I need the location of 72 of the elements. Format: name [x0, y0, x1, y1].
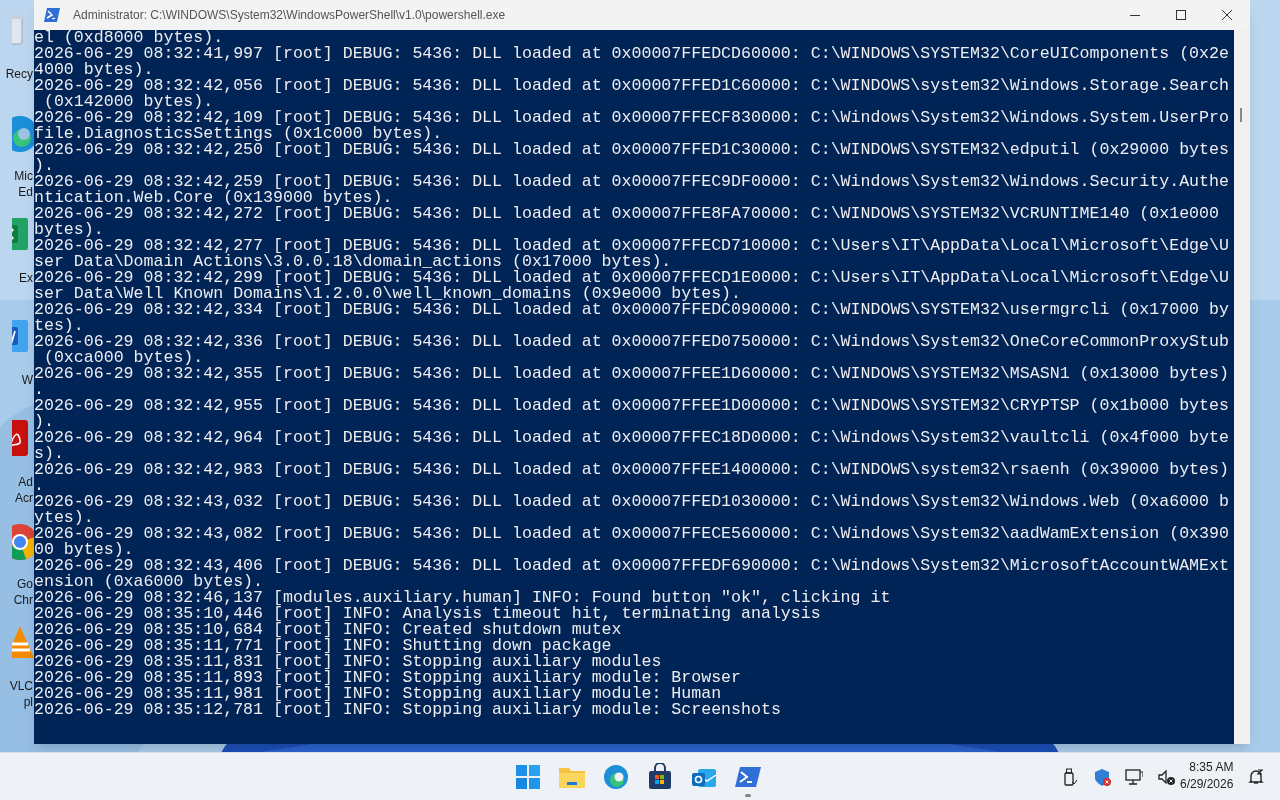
- console-line: file.DiagnosticsSettings (0x1c000 bytes).: [34, 126, 444, 142]
- desktop-icon-label[interactable]: Ad: [18, 474, 33, 490]
- store-bag-icon: [646, 762, 674, 791]
- desktop-icon-label[interactable]: VLC: [9, 678, 33, 694]
- console-line: 2026-06-29 08:32:42,334 [root] DEBUG: 5436: DLL loaded at 0x00007FFEDC090000: C:\WINDOWS\SYSTEM32\usermgrcli (0x17000 by: [34, 302, 1230, 318]
- console-line: ension (0xa6000 bytes).: [34, 574, 265, 590]
- console-line: 2026-06-29 08:35:11,831 [root] INFO: Stopping auxiliary modules: [34, 654, 663, 670]
- console-line: ser Data\Well Known Domains\1.2.0.0\well_known_domains (0x9e000 bytes).: [34, 286, 742, 302]
- console-line: 2026-06-29 08:32:42,056 [root] DEBUG: 5436: DLL loaded at 0x00007FFED1C60000: C:\WINDOWS\system32\Windows.Storage.Search: [34, 78, 1230, 94]
- desktop-icon-label[interactable]: pl: [23, 694, 33, 710]
- desktop-icon-label[interactable]: Ex: [19, 270, 33, 286]
- close-icon: [1222, 10, 1232, 20]
- console-line: 2026-06-29 08:32:42,955 [root] DEBUG: 5436: DLL loaded at 0x00007FFEE1D00000: C:\WINDOWS\SYSTEM32\CRYPTSP (0x1b000 bytes: [34, 398, 1230, 414]
- console-line: 2026-06-29 08:32:42,983 [root] DEBUG: 5436: DLL loaded at 0x00007FFEE1400000: C:\WINDOWS\system32\rsaenh (0x39000 bytes): [34, 462, 1230, 478]
- console-line: 2026-06-29 08:32:46,137 [modules.auxiliary.human] INFO: Found button "ok", clicking it: [34, 590, 892, 606]
- console-line: 4000 bytes).: [34, 62, 154, 78]
- console-line: tes).: [34, 318, 85, 334]
- console-line: (0x142000 bytes).: [42, 94, 214, 110]
- scroll-thumb[interactable]: [1240, 108, 1242, 122]
- console-line: 2026-06-29 08:32:42,277 [root] DEBUG: 5436: DLL loaded at 0x00007FFECD710000: C:\Users\IT\AppData\Local\Microsoft\Edge\U: [34, 238, 1230, 254]
- window-title: Administrator: C:\WINDOWS\System32\WindowsPowerShell\v1.0\powershell.exe: [73, 7, 506, 24]
- clock-time[interactable]: 8:35 AM: [1189, 759, 1234, 776]
- console-line: bytes).: [34, 222, 105, 238]
- console-line: 2026-06-29 08:35:10,446 [root] INFO: Analysis timeout hit, terminating analysis: [34, 606, 821, 622]
- console-line: 2026-06-29 08:32:42,109 [root] DEBUG: 5436: DLL loaded at 0x00007FFECF830000: C:\Windows\System32\Windows.System.UserPro: [34, 110, 1230, 126]
- desktop-icon-label[interactable]: Ed: [18, 184, 33, 200]
- console-line: 00 bytes).: [34, 542, 135, 558]
- console-line: ytes).: [34, 510, 95, 526]
- console-line: 2026-06-29 08:35:12,781 [root] INFO: Stopping auxiliary module: Screenshots: [34, 702, 782, 718]
- console-line: 2026-06-29 08:32:42,336 [root] DEBUG: 5436: DLL loaded at 0x00007FFED0750000: C:\Windows\System32\OneCoreCommonProxyStub: [34, 334, 1230, 350]
- browser-icon: [602, 762, 630, 791]
- desktop-icon-label[interactable]: Chr: [13, 592, 33, 608]
- console-line: 2026-06-29 08:32:43,032 [root] DEBUG: 5436: DLL loaded at 0x00007FFED1030000: C:\Windows\System32\Windows.Web (0xa6000 b: [34, 494, 1230, 510]
- console-line: 2026-06-29 08:32:41,997 [root] DEBUG: 5436: DLL loaded at 0x00007FFEDCD60000: C:\WINDOWS\SYSTEM32\CoreUIComponents (0x2e: [34, 46, 1230, 62]
- desktop-icon-label[interactable]: Mic: [14, 168, 33, 184]
- console-line: ser Data\Domain Actions\3.0.0.18\domain_actions (0x17000 bytes).: [34, 254, 673, 270]
- console-line: 2026-06-29 08:32:43,406 [root] DEBUG: 5436: DLL loaded at 0x00007FFEDF690000: C:\Windows\System32\MicrosoftAccountWAMExt: [34, 558, 1230, 574]
- console-line: 2026-06-29 08:32:42,250 [root] DEBUG: 5436: DLL loaded at 0x00007FFED1C30000: C:\WINDOWS\SYSTEM32\edputil (0x29000 bytes: [34, 142, 1230, 158]
- usb-drive-icon[interactable]: [1061, 767, 1079, 786]
- console-line: s).: [34, 446, 65, 462]
- windows-logo-icon: [514, 762, 542, 791]
- clock-date[interactable]: 6/29/2026: [1180, 776, 1234, 793]
- powershell-icon: [44, 8, 60, 22]
- console-line: 2026-06-29 08:32:43,082 [root] DEBUG: 5436: DLL loaded at 0x00007FFECE560000: C:\Windows\System32\aadWamExtension (0x390: [34, 526, 1230, 542]
- console-line: ).: [34, 158, 55, 174]
- console-line: 2026-06-29 08:35:11,893 [root] INFO: Stopping auxiliary module: Browser: [34, 670, 742, 686]
- console-line: 2026-06-29 08:35:10,684 [root] INFO: Created shutdown mutex: [34, 622, 623, 638]
- desktop-icon-label[interactable]: Acr: [15, 490, 33, 506]
- console-line: 2026-06-29 08:32:42,272 [root] DEBUG: 5436: DLL loaded at 0x00007FFE8FA70000: C:\WINDOWS\SYSTEM32\VCRUNTIME140 (0x1e000: [34, 206, 1220, 222]
- console-line: 2026-06-29 08:32:42,355 [root] DEBUG: 5436: DLL loaded at 0x00007FFEE1D60000: C:\WINDOWS\SYSTEM32\MSASN1 (0x13000 bytes): [34, 366, 1230, 382]
- desktop-icon-label[interactable]: Go: [17, 576, 33, 592]
- network-icon[interactable]: [1125, 767, 1143, 786]
- console-line: 2026-06-29 08:32:42,964 [root] DEBUG: 5436: DLL loaded at 0x00007FFEC18D0000: C:\Windows\System32\vaultcli (0x4f000 byte: [34, 430, 1230, 446]
- console-line: el (0xd8000 bytes).: [34, 30, 225, 46]
- console-line: (0xca000 bytes).: [42, 350, 204, 366]
- desktop-icon-label[interactable]: Recy: [5, 66, 33, 82]
- console-line: 2026-06-29 08:35:11,981 [root] INFO: Stopping auxiliary module: Human: [34, 686, 722, 702]
- minimize-icon: [1130, 14, 1140, 16]
- notification-bell-icon[interactable]: [1248, 769, 1264, 785]
- console-line: 2026-06-29 08:35:11,771 [root] INFO: Shutting down package: [34, 638, 612, 654]
- running-indicator: [745, 793, 751, 797]
- volume-muted-icon[interactable]: [1157, 767, 1175, 786]
- scrollbar[interactable]: [1234, 30, 1250, 744]
- maximize-icon: [1176, 10, 1186, 20]
- shield-icon[interactable]: [1093, 767, 1111, 786]
- desktop-icon-label[interactable]: W: [21, 372, 33, 388]
- console-line: 2026-06-29 08:32:42,259 [root] DEBUG: 5436: DLL loaded at 0x00007FFEC9DF0000: C:\Windows\System32\Windows.Security.Authe: [34, 174, 1230, 190]
- console-line: 2026-06-29 08:32:42,299 [root] DEBUG: 5436: DLL loaded at 0x00007FFECD1E0000: C:\Users\IT\AppData\Local\Microsoft\Edge\U: [34, 270, 1230, 286]
- console-line: ntication.Web.Core (0x139000 bytes).: [34, 190, 394, 206]
- console-line: ).: [34, 414, 55, 430]
- console-line: .: [34, 382, 45, 398]
- console-line: .: [34, 478, 45, 494]
